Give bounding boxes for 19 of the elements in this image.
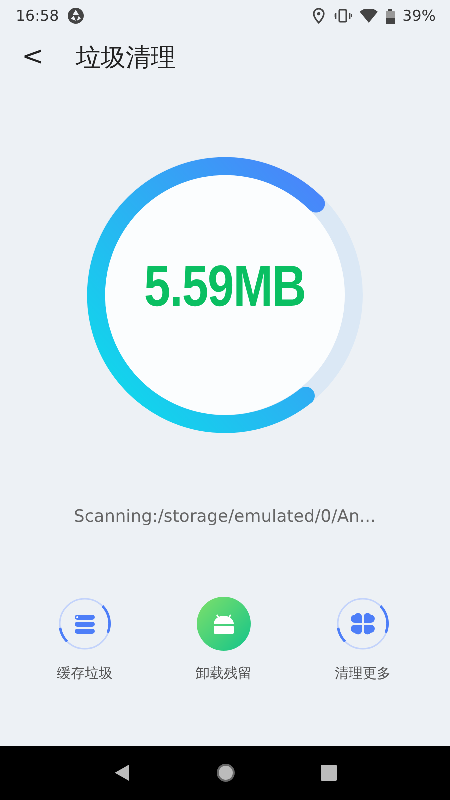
junk-size: 5.59MB	[143, 253, 307, 320]
action-label[interactable]: 卸载残留	[196, 665, 252, 683]
status-time: 16:58	[16, 7, 60, 25]
back-nav-icon[interactable]	[112, 764, 131, 782]
action-label[interactable]: 缓存垃圾	[57, 665, 113, 683]
home-nav-icon[interactable]	[216, 763, 236, 783]
scan-path: Scanning:/storage/emulated/0/An...	[73, 507, 377, 527]
vibrate-icon	[334, 9, 352, 23]
list-icon[interactable]	[58, 597, 112, 651]
recents-nav-icon[interactable]	[321, 765, 338, 781]
aperture-icon	[67, 7, 86, 25]
battery-icon	[386, 8, 395, 24]
wifi-icon	[360, 9, 378, 23]
action-label[interactable]: 清理更多	[335, 665, 391, 683]
battery-percent: 39%	[402, 7, 436, 25]
location-icon	[312, 8, 326, 24]
back-button[interactable]: <	[16, 42, 50, 72]
petals-icon[interactable]	[336, 597, 390, 651]
page-title: 垃圾清理	[76, 42, 176, 74]
